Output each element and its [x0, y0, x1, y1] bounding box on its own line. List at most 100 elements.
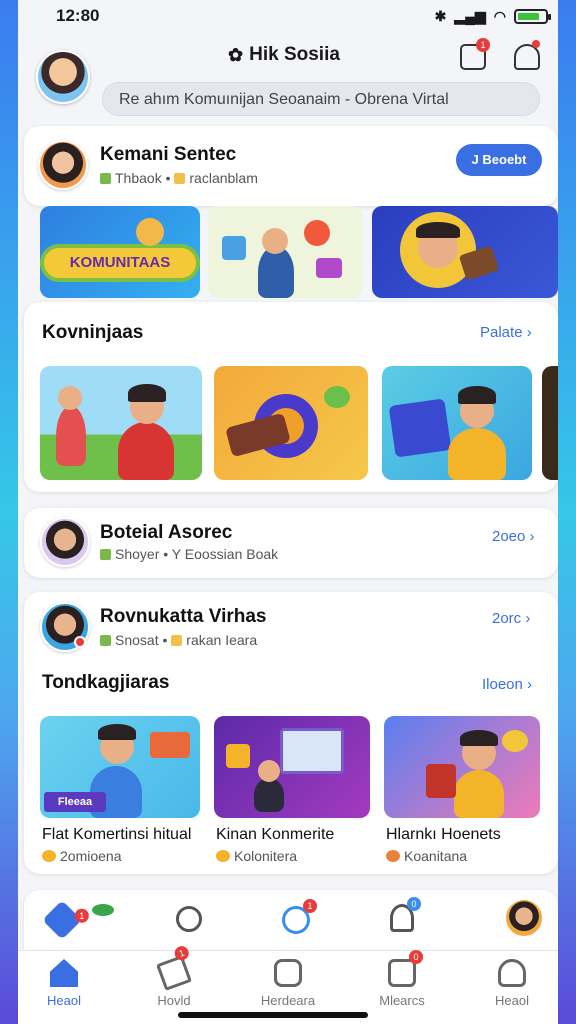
- battery-icon: [514, 8, 551, 24]
- person-figure: [254, 778, 284, 812]
- app-title: ✿ Hik Sosiia: [228, 44, 340, 65]
- tab-home[interactable]: Heaol: [24, 959, 104, 1008]
- contact-avatar[interactable]: [40, 602, 90, 652]
- person-hair: [460, 730, 498, 746]
- home-icon: [50, 959, 78, 987]
- music-icon: [304, 220, 330, 246]
- person-head: [58, 386, 82, 410]
- contact-name: Rovnukatta Virhas: [100, 606, 267, 627]
- camera-icon[interactable]: 1: [282, 899, 317, 934]
- chat-icon[interactable]: [176, 906, 202, 932]
- box-icon: [426, 764, 456, 798]
- status-icons: ✱ ▂▄▆ ◠: [434, 7, 551, 25]
- contact-meta: Shoyer • Y Eoossian Boak: [100, 546, 278, 562]
- tab-profile[interactable]: Heaol: [472, 959, 552, 1008]
- search-input[interactable]: Re ahım Komuınijan Seoanaim - Obrena Vir…: [102, 82, 540, 116]
- icon-badge: 1: [74, 908, 89, 923]
- profile-avatar[interactable]: [38, 140, 88, 190]
- community-thumb-2[interactable]: [214, 366, 368, 480]
- tile-meta: Kolonitera: [216, 848, 297, 864]
- app-icon: [226, 744, 250, 768]
- section-title: Kovninjaas: [42, 322, 144, 343]
- contact-link[interactable]: 2orc ›: [492, 610, 530, 627]
- see-all-link[interactable]: Palate ›: [480, 324, 532, 341]
- person-hair: [98, 724, 136, 740]
- smile-icon: [274, 959, 302, 987]
- tile-meta: 2omioena: [42, 848, 122, 864]
- mini-avatar[interactable]: [506, 900, 542, 936]
- bell-icon[interactable]: 0: [390, 897, 421, 932]
- tab-messages[interactable]: 0 Mlearcs: [362, 950, 442, 1008]
- bluetooth-icon: ✱: [434, 7, 447, 24]
- heart-icon: [502, 730, 528, 752]
- person-figure: [448, 428, 506, 480]
- wifi-icon: ◠: [493, 7, 506, 24]
- see-all-link[interactable]: Iloeon ›: [482, 676, 532, 693]
- tag-icon: [100, 635, 111, 646]
- logo-icon: ✿: [228, 44, 244, 65]
- community-thumb-1[interactable]: [40, 366, 202, 480]
- banner-creator[interactable]: [372, 206, 558, 298]
- person-figure: [56, 406, 86, 466]
- group-icon: [386, 850, 400, 862]
- tile-title: Hlarnkı Hoenets: [386, 826, 501, 843]
- profile-icon: [498, 959, 526, 987]
- contact-name: Boteial Asorec: [100, 522, 233, 543]
- tag-icon: [100, 549, 111, 560]
- contact-link[interactable]: 2oeo ›: [492, 528, 535, 545]
- tile-tag: Fleeaa: [44, 792, 106, 812]
- profile-meta: Thbaok • raclanblam: [100, 170, 258, 186]
- tab-friends[interactable]: Herdeara: [248, 959, 328, 1008]
- profile-card: Kemani Sentec Thbaok • raclanblam J Beoe…: [24, 126, 558, 206]
- trending-thumb-1[interactable]: Fleeaa: [40, 716, 200, 818]
- creator-hair: [416, 222, 460, 238]
- play-icon: [316, 258, 342, 278]
- community-thumb-4[interactable]: [542, 366, 558, 480]
- section-title: Tondkagjiaras: [42, 672, 170, 693]
- group-icon: [171, 635, 183, 646]
- tab-send[interactable]: 1 Hovld: [134, 944, 214, 1008]
- tile-title: Flat Komertinsi hitual: [42, 826, 192, 843]
- group-icon: [42, 850, 56, 862]
- tile-meta: Koanitana: [386, 848, 467, 864]
- status-bar: 12:80 ✱ ▂▄▆ ◠: [18, 0, 558, 32]
- quick-actions: 1 1 0: [24, 890, 558, 950]
- book-icon: [388, 398, 452, 458]
- group-icon: [216, 850, 230, 862]
- profile-name: Kemani Sentec: [100, 144, 237, 165]
- leaf-icon: [324, 386, 350, 408]
- trending-thumb-3[interactable]: [384, 716, 540, 818]
- tile-title: Kinan Konmerite: [216, 826, 335, 843]
- community-thumb-3[interactable]: [382, 366, 532, 480]
- leaf-icon[interactable]: [92, 904, 114, 916]
- trending-thumb-2[interactable]: [214, 716, 370, 818]
- screen-icon: [280, 728, 344, 774]
- contact-card-1[interactable]: Boteial Asorec Shoyer • Y Eoossian Boak …: [24, 508, 558, 578]
- banner-komunitaas[interactable]: KOMUNITAAS: [40, 206, 200, 298]
- mascot-icon: [136, 218, 164, 246]
- profile-dot: [532, 40, 540, 48]
- blocks-icon: [150, 732, 190, 758]
- tag-icon: [100, 173, 111, 184]
- person-head: [262, 228, 288, 254]
- user-avatar[interactable]: [36, 50, 90, 104]
- follow-button[interactable]: J Beoebt: [456, 144, 542, 176]
- icon-badge: 0: [407, 897, 421, 911]
- person-hair: [458, 386, 496, 404]
- home-indicator[interactable]: [178, 1012, 368, 1018]
- person-hair: [128, 384, 166, 402]
- person-figure: [454, 770, 504, 818]
- banner-title: KOMUNITAAS: [44, 248, 196, 278]
- group-icon: [174, 173, 186, 184]
- contact-avatar: [40, 517, 90, 567]
- banner-music[interactable]: [208, 206, 362, 298]
- status-time: 12:80: [56, 6, 100, 25]
- notifications-icon[interactable]: 1: [460, 38, 490, 70]
- trending-card: Rovnukatta Virhas Snosat • rakan Ieara 2…: [24, 592, 558, 874]
- app-header: ✿ Hik Sosiia 1 Re ahım Komuınijan Seoana…: [18, 36, 558, 120]
- home-feed-icon[interactable]: 1: [42, 900, 89, 940]
- contact-meta: Snosat • rakan Ieara: [100, 632, 257, 648]
- message-icon: 0: [388, 950, 423, 987]
- person-figure: [118, 422, 174, 480]
- profile-icon[interactable]: [514, 40, 540, 70]
